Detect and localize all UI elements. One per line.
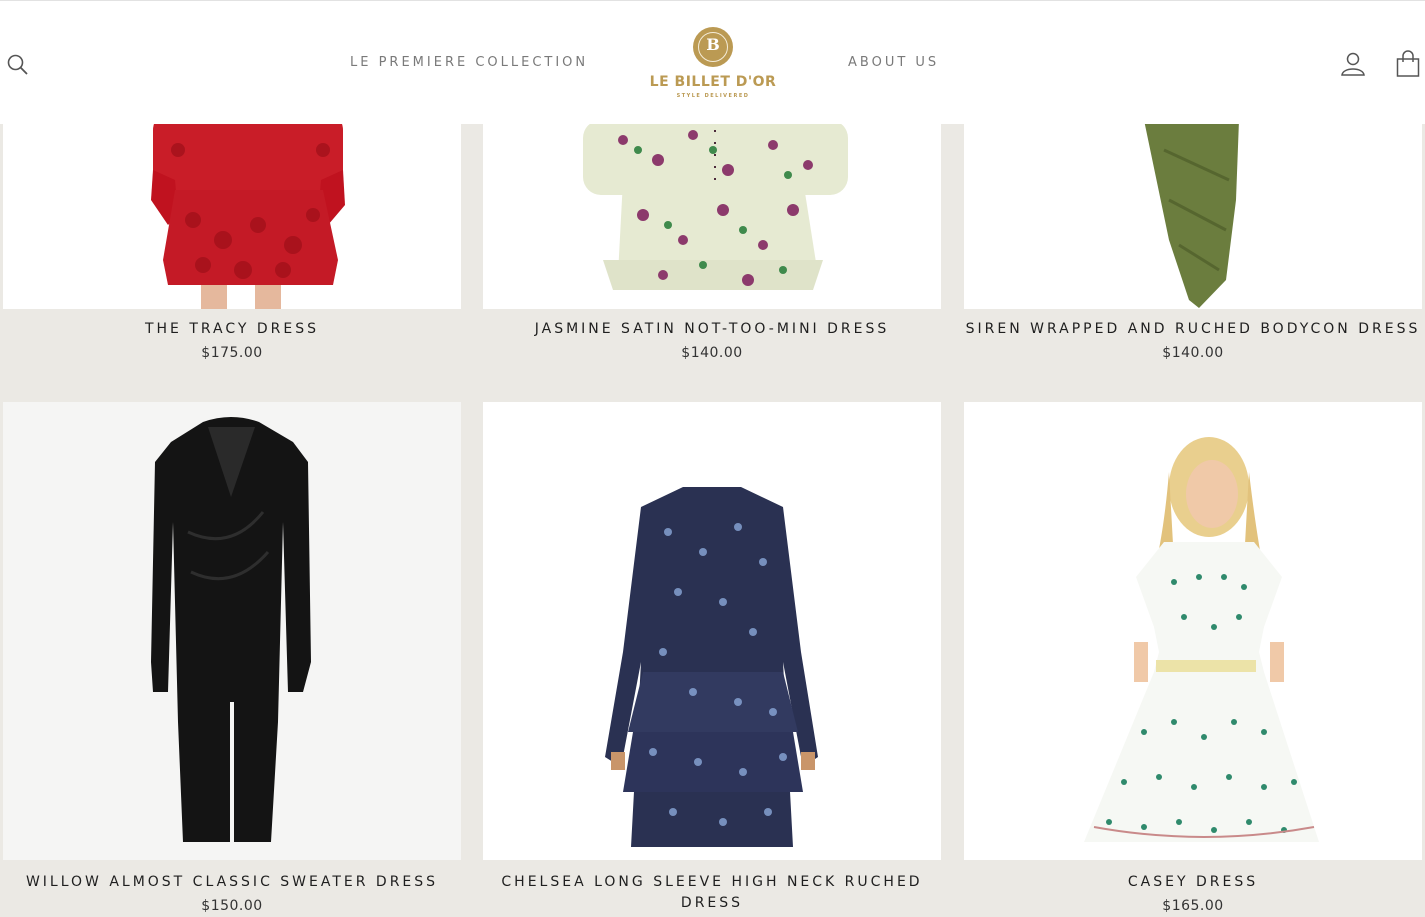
nav-le-premiere-collection[interactable]: LE PREMIERE COLLECTION: [350, 55, 588, 70]
account-icon[interactable]: [1340, 51, 1366, 81]
logo-wordmark: LE BILLET D'OR: [649, 74, 777, 90]
product-price: $150.00: [201, 898, 263, 914]
product-price: $140.00: [1162, 345, 1224, 361]
logo-badge: B: [693, 27, 733, 67]
product-image-casey-dress[interactable]: [964, 402, 1422, 860]
product-price: $165.00: [1162, 898, 1224, 914]
product-price: $140.00: [681, 345, 743, 361]
product-image-willow-dress[interactable]: [3, 402, 461, 860]
nav-about-us[interactable]: ABOUT US: [848, 55, 939, 70]
site-header: LE PREMIERE COLLECTION B LE BILLET D'OR …: [0, 0, 1425, 124]
logo-tagline: STYLE DELIVERED: [676, 93, 750, 99]
product-title[interactable]: CHELSEA LONG SLEEVE HIGH NECK RUCHED DRE…: [483, 872, 941, 914]
product-title[interactable]: CASEY DRESS: [964, 872, 1422, 893]
search-icon[interactable]: [6, 53, 30, 81]
brand-logo[interactable]: B LE BILLET D'OR STYLE DELIVERED: [648, 27, 778, 103]
product-title[interactable]: JASMINE SATIN NOT-TOO-MINI DRESS: [483, 319, 941, 340]
product-title[interactable]: THE TRACY DRESS: [3, 319, 461, 340]
product-title[interactable]: SIREN WRAPPED AND RUCHED BODYCON DRESS: [964, 319, 1422, 340]
logo-monogram: B: [706, 35, 720, 54]
product-price: $175.00: [201, 345, 263, 361]
product-title[interactable]: WILLOW ALMOST CLASSIC SWEATER DRESS: [3, 872, 461, 893]
product-image-chelsea-dress[interactable]: [483, 402, 941, 860]
cart-icon[interactable]: [1395, 50, 1421, 82]
